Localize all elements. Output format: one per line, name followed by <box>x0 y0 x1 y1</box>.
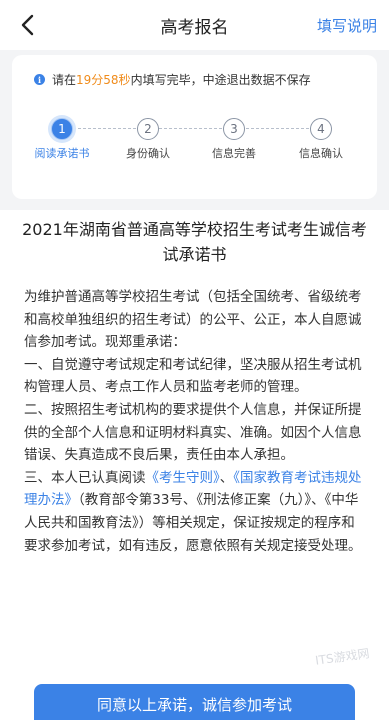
step-1-label: 阅读承诺书 <box>34 147 90 160</box>
document-item-2: 二、按照招生考试机构的要求提供个人信息，并保证所提供的全部个人信息和证明材料真实… <box>24 401 362 464</box>
info-icon: i <box>34 74 45 85</box>
document-body: 为维护普通高等学校招生考试（包括全国统考、省级统考和高校单独组织的招生考试）的公… <box>24 286 367 557</box>
document-title: 2021年湖南省普通高等学校招生考试考生诚信考试承诺书 <box>22 220 367 264</box>
agree-button[interactable]: 同意以上承诺，诚信参加考试 <box>34 684 355 720</box>
step-3-label: 信息完善 <box>212 147 256 160</box>
step-4-label: 信息确认 <box>299 147 343 160</box>
chevron-left-icon <box>21 14 34 36</box>
countdown-timer: 19分58秒 <box>76 73 131 87</box>
document-intro: 为维护普通高等学校招生考试（包括全国统考、省级统考和高校单独组织的招生考试）的公… <box>24 289 362 351</box>
navigation-bar: 高考报名 填写说明 <box>0 0 389 50</box>
watermark-logo: ITS游戏网 <box>313 646 370 668</box>
document-item-1: 一、自觉遵守考试规定和考试纪律，坚决服从招生考试机构管理人员、考点工作人员和监考… <box>24 356 362 396</box>
progress-card: i 请在 19分58秒 内填写完毕，中途退出数据不保存 1 阅读承诺书 2 身份… <box>12 55 377 199</box>
notice-suffix: 内填写完毕，中途退出数据不保存 <box>130 73 311 87</box>
step-connector <box>246 128 309 129</box>
back-button[interactable] <box>12 8 42 42</box>
item-3-separator: 、 <box>219 469 234 486</box>
step-1-circle: 1 <box>51 118 73 140</box>
step-indicator: 1 阅读承诺书 2 身份确认 3 信息完善 4 信息确认 <box>12 107 377 187</box>
document-item-3: 三、本人已认真阅读《考生守则》、《国家教育考试违规处理办法》（教育部令第33号、… <box>24 467 367 557</box>
step-connector <box>159 128 222 129</box>
step-connector <box>73 128 136 129</box>
step-2-label: 身份确认 <box>126 147 170 160</box>
countdown-notice: i 请在 19分58秒 内填写完毕，中途退出数据不保存 <box>34 71 311 88</box>
step-2-circle: 2 <box>137 118 159 140</box>
item-3-text: 三、本人已认真阅读 <box>24 469 146 486</box>
step-4-circle: 4 <box>310 118 332 140</box>
notice-prefix: 请在 <box>52 73 77 87</box>
help-link[interactable]: 填写说明 <box>317 15 377 36</box>
step-3-circle: 3 <box>223 118 245 140</box>
candidate-rules-link[interactable]: 《考生守则》 <box>146 470 220 486</box>
